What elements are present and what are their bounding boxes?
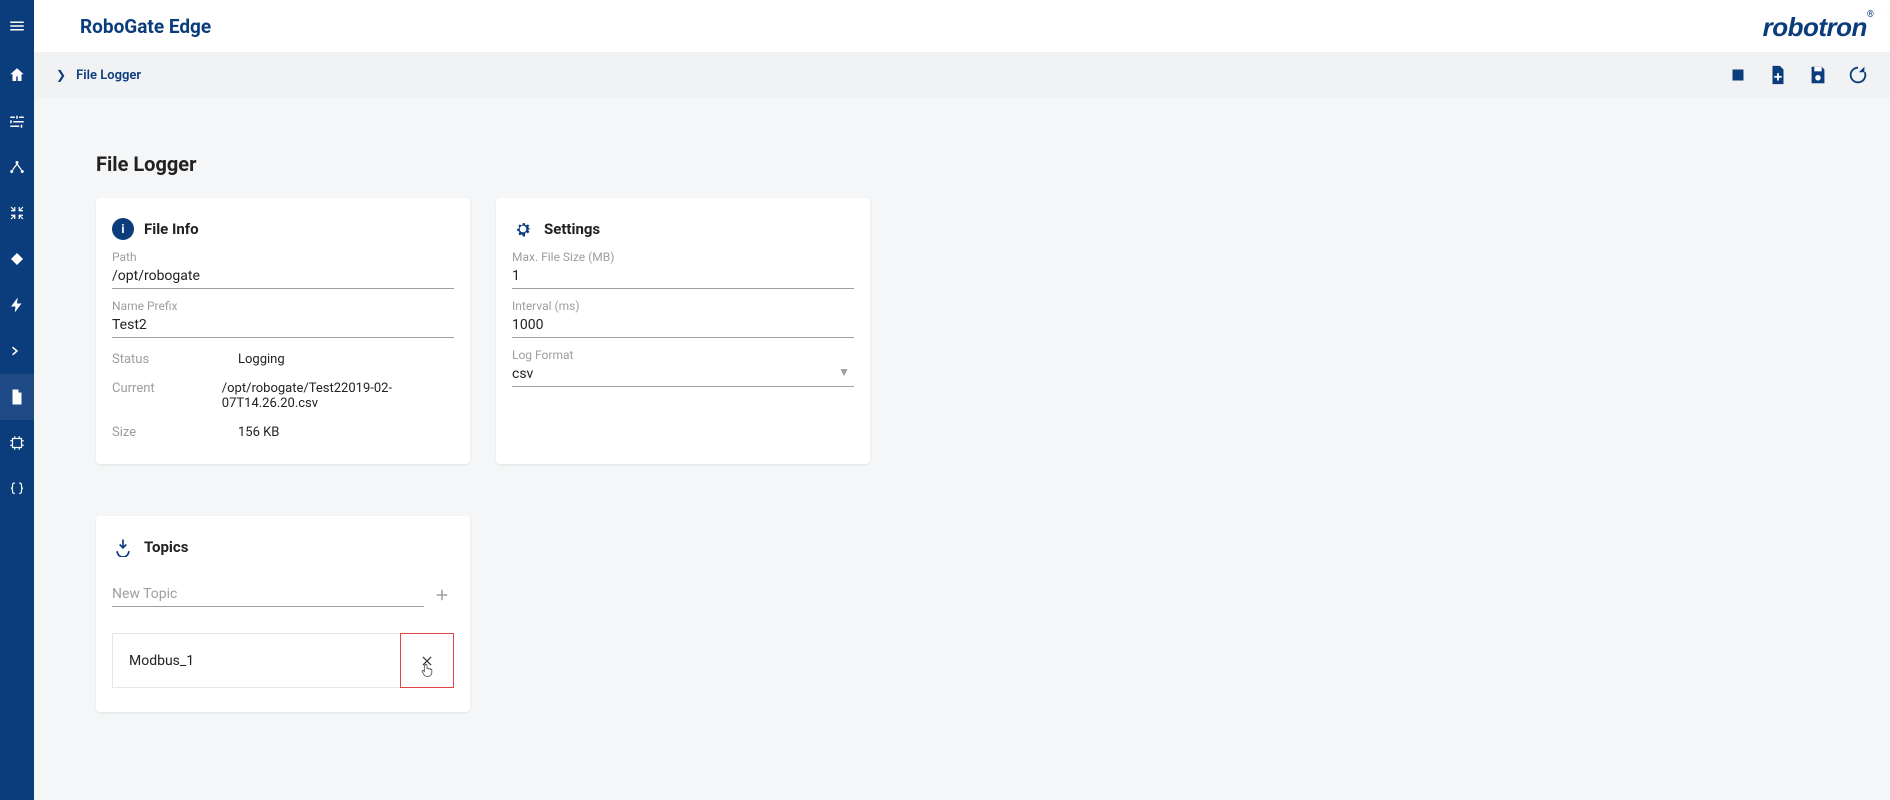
bolt-icon[interactable] xyxy=(0,282,34,328)
file-icon[interactable] xyxy=(0,374,34,420)
status-value: Logging xyxy=(238,352,285,367)
info-icon: i xyxy=(112,218,134,240)
maxfs-label: Max. File Size (MB) xyxy=(512,250,854,264)
topic-item: Modbus_1 xyxy=(112,633,454,688)
format-select[interactable] xyxy=(512,362,854,387)
restore-icon[interactable] xyxy=(1838,55,1878,95)
name-prefix-label: Name Prefix xyxy=(112,299,454,313)
add-topic-button[interactable] xyxy=(430,583,454,607)
close-icon xyxy=(420,654,434,668)
settings-card: Settings Max. File Size (MB) Interval (m… xyxy=(496,198,870,464)
app-title: RoboGate Edge xyxy=(80,15,211,38)
chip-icon[interactable] xyxy=(0,420,34,466)
hub-icon[interactable] xyxy=(0,144,34,190)
save-icon[interactable] xyxy=(1798,55,1838,95)
breadcrumb-item[interactable]: File Logger xyxy=(76,68,141,83)
maxfs-input[interactable] xyxy=(512,264,854,289)
menu-icon[interactable] xyxy=(0,0,34,52)
settings-title: Settings xyxy=(544,220,600,238)
path-label: Path xyxy=(112,250,454,264)
stop-icon[interactable] xyxy=(1718,55,1758,95)
interval-input[interactable] xyxy=(512,313,854,338)
format-label: Log Format xyxy=(512,348,854,362)
interval-label: Interval (ms) xyxy=(512,299,854,313)
diamond-icon[interactable] xyxy=(0,236,34,282)
topic-name: Modbus_1 xyxy=(129,653,194,669)
chevron-right-icon: ❯ xyxy=(56,68,66,82)
braces-icon[interactable] xyxy=(0,466,34,512)
page-body: File Logger i File Info Path Name Prefix… xyxy=(34,98,1890,800)
topics-card: Topics Modbus_1 xyxy=(96,516,470,712)
name-prefix-input[interactable] xyxy=(112,313,454,338)
size-value: 156 KB xyxy=(238,425,279,440)
topics-title: Topics xyxy=(144,538,188,556)
gear-icon xyxy=(512,218,534,240)
size-row: Size 156 KB xyxy=(112,425,454,440)
home-icon[interactable] xyxy=(0,52,34,98)
sliders-icon[interactable] xyxy=(0,98,34,144)
topbar: RoboGate Edge xyxy=(34,0,1890,52)
brand-logo: robotron® xyxy=(1763,12,1874,43)
remove-topic-button[interactable] xyxy=(400,633,454,688)
compress-icon[interactable] xyxy=(0,190,34,236)
status-row: Status Logging xyxy=(112,352,454,367)
fileinfo-card: i File Info Path Name Prefix Status Logg… xyxy=(96,198,470,464)
fileinfo-title: File Info xyxy=(144,220,199,238)
breadcrumb-bar: ❯ File Logger xyxy=(34,52,1890,98)
terminal-icon[interactable] xyxy=(0,328,34,374)
page-title: File Logger xyxy=(96,152,1890,176)
current-value: /opt/robogate/Test22019-02-07T14.26.20.c… xyxy=(222,381,454,411)
new-file-icon[interactable] xyxy=(1758,55,1798,95)
download-icon xyxy=(112,536,134,558)
path-input[interactable] xyxy=(112,264,454,289)
current-row: Current /opt/robogate/Test22019-02-07T14… xyxy=(112,381,454,411)
nav-rail xyxy=(0,0,34,800)
new-topic-input[interactable] xyxy=(112,582,424,607)
